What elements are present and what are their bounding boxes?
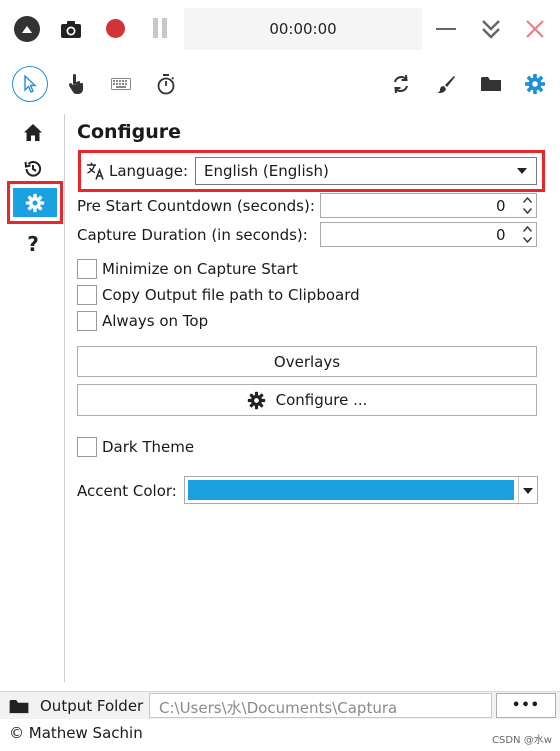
countdown-value: 0: [496, 197, 506, 215]
accent-color-picker[interactable]: [184, 476, 538, 504]
more-options-button[interactable]: •••: [496, 693, 556, 718]
overlays-button[interactable]: Overlays: [77, 346, 537, 377]
timer-text: 00:00:00: [269, 20, 337, 38]
duration-label: Capture Duration (in seconds):: [77, 226, 308, 244]
output-folder-label: Output Folder: [40, 697, 144, 715]
stepper-up-icon[interactable]: [521, 195, 533, 205]
cursor-icon[interactable]: [12, 66, 48, 102]
folder-icon: [8, 697, 30, 715]
stepper-down-icon[interactable]: [521, 206, 533, 216]
accent-color-swatch: [188, 480, 514, 500]
collapse-up-icon[interactable]: [14, 16, 40, 42]
hand-icon[interactable]: [64, 72, 88, 96]
page-title: Configure: [77, 121, 181, 143]
recording-bar: 00:00:00: [0, 0, 560, 58]
configure-button-label: Configure ...: [275, 391, 368, 409]
stopwatch-icon[interactable]: [154, 72, 178, 96]
translate-icon: [85, 160, 107, 182]
language-label: Language:: [109, 162, 189, 180]
countdown-label: Pre Start Countdown (seconds):: [77, 197, 315, 215]
output-folder-button[interactable]: Output Folder: [4, 694, 146, 718]
home-icon[interactable]: [21, 122, 45, 144]
copy-path-label: Copy Output file path to Clipboard: [102, 286, 360, 304]
camera-icon[interactable]: [58, 16, 84, 42]
record-icon[interactable]: [106, 19, 125, 38]
pause-icon[interactable]: [152, 18, 170, 40]
gear-icon[interactable]: [523, 72, 547, 96]
configure-button[interactable]: Configure ...: [77, 384, 537, 416]
overlays-label: Overlays: [273, 352, 341, 371]
watermark-text: CSDN @水w: [492, 735, 552, 746]
folder-icon[interactable]: [479, 73, 503, 95]
sidebar: ?: [0, 114, 65, 682]
minimize-icon[interactable]: [436, 28, 456, 30]
help-icon[interactable]: ?: [21, 232, 45, 256]
sidebar-settings-highlight[interactable]: [7, 181, 63, 224]
duration-stepper[interactable]: 0: [320, 222, 537, 247]
language-row-highlight: Language: English (English): [78, 150, 545, 192]
refresh-icon[interactable]: [389, 72, 413, 96]
dark-theme-checkbox[interactable]: [77, 437, 97, 457]
dark-theme-label: Dark Theme: [102, 438, 195, 456]
timer-display: 00:00:00: [184, 8, 422, 50]
credit-text: © Mathew Sachin: [9, 724, 143, 742]
copy-path-checkbox[interactable]: [77, 285, 97, 305]
output-path-text: C:\Users\水\Documents\Captura: [159, 699, 398, 717]
more-options-label: •••: [512, 698, 540, 713]
picker-divider: [518, 477, 519, 503]
language-select[interactable]: English (English): [195, 157, 537, 185]
gear-icon: [247, 391, 266, 410]
keyboard-icon[interactable]: [110, 74, 132, 94]
tool-row: [0, 60, 560, 110]
always-top-label: Always on Top: [102, 312, 209, 330]
minimize-label: Minimize on Capture Start: [102, 260, 298, 278]
language-value: English (English): [204, 162, 329, 180]
gear-icon: [13, 188, 57, 217]
history-icon[interactable]: [21, 158, 45, 180]
chevron-down-icon: [516, 166, 528, 176]
chevron-down-icon: [520, 486, 536, 496]
always-top-checkbox[interactable]: [77, 311, 97, 331]
close-icon[interactable]: [522, 16, 548, 42]
brush-icon[interactable]: [434, 72, 458, 96]
stepper-down-icon[interactable]: [521, 235, 533, 245]
countdown-stepper[interactable]: 0: [320, 193, 537, 218]
help-glyph: ?: [27, 232, 39, 256]
accent-color-label: Accent Color:: [77, 482, 177, 500]
stepper-up-icon[interactable]: [521, 224, 533, 234]
duration-value: 0: [496, 226, 506, 244]
minimize-checkbox[interactable]: [77, 259, 97, 279]
output-folder-bar: Output Folder C:\Users\水\Documents\Captu…: [0, 691, 560, 719]
output-path-field[interactable]: C:\Users\水\Documents\Captura: [149, 693, 492, 718]
chevron-double-down-icon[interactable]: [478, 16, 504, 42]
